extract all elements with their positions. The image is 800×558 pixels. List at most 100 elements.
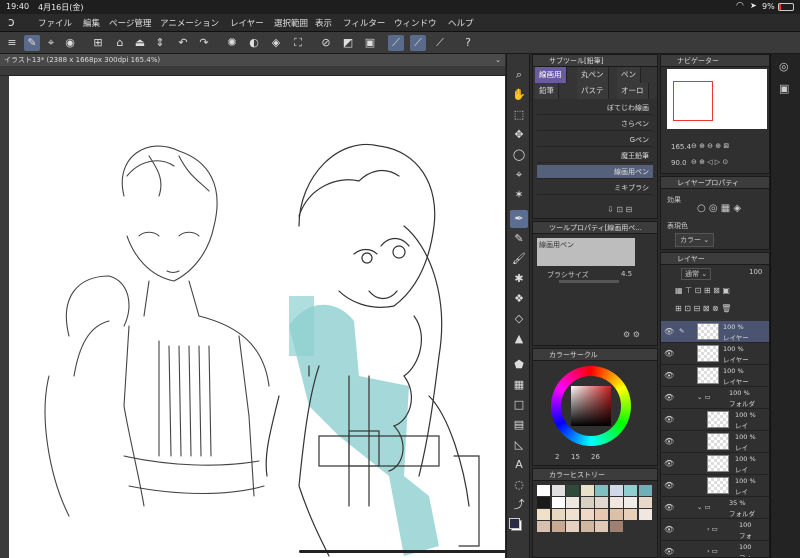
menu-edit[interactable]: 編集 — [83, 17, 100, 29]
tab-round-pen[interactable]: 丸ペン — [577, 67, 609, 83]
drawing-canvas[interactable] — [9, 76, 505, 558]
color-swatch[interactable] — [580, 509, 594, 520]
color-swatch[interactable] — [624, 509, 637, 520]
folder-row[interactable]: 👁 › ▭ 100 フォ — [661, 519, 769, 541]
color-swatch[interactable] — [580, 497, 594, 508]
pen-mode-icon[interactable]: ✎ — [24, 35, 40, 51]
color-swatch[interactable] — [609, 509, 623, 520]
menu-filter[interactable]: フィルター — [343, 17, 385, 29]
layer-row[interactable]: 👁 100 % レイヤー — [661, 343, 769, 365]
color-swatch[interactable] — [580, 485, 594, 496]
clear-icon[interactable]: ◐ — [246, 35, 262, 51]
stepper-icon[interactable]: ⇕ — [152, 35, 168, 51]
brush-item[interactable]: ミキブラシ — [537, 181, 653, 195]
brush-tool-icon[interactable]: 🖌 — [510, 250, 528, 268]
hamburger-icon[interactable]: ≡ — [4, 35, 20, 51]
color-swatch[interactable] — [595, 497, 608, 508]
layer-row[interactable]: 👁 100 % レイ — [661, 431, 769, 453]
folder-row[interactable]: 👁 › ▭ 100 フォ — [661, 541, 769, 557]
tab-pen[interactable]: ペン — [617, 67, 641, 83]
record-icon[interactable]: ◉ — [62, 35, 78, 51]
color-swatch[interactable] — [566, 509, 579, 520]
rotate-value[interactable]: 90.0 — [671, 159, 687, 167]
brush-item-selected[interactable]: 線画用ペン — [537, 165, 653, 179]
color-swatch[interactable] — [566, 521, 579, 532]
menu-selection[interactable]: 選択範囲 — [274, 17, 308, 29]
move-icon[interactable]: ✥ — [510, 126, 528, 144]
color-swatch[interactable] — [537, 485, 550, 496]
object-select-icon[interactable]: ⬚ — [510, 106, 528, 124]
menu-page[interactable]: ページ管理 — [109, 17, 151, 29]
color-swatch[interactable] — [595, 521, 608, 532]
brush-size-slider[interactable] — [559, 280, 619, 283]
disabled-tool-2-icon[interactable]: ◩ — [340, 35, 356, 51]
layer-row[interactable]: 👁 ✎ 100 % レイヤー — [661, 321, 769, 343]
color-swatch[interactable] — [537, 521, 550, 532]
correct-line-icon[interactable]: ⤴ — [510, 496, 528, 514]
layer-action-icons[interactable]: ⊞ ⊡ ⊟ ⊠ ⊗ 🗑 — [675, 304, 731, 313]
menu-help[interactable]: ヘルプ — [448, 17, 474, 29]
figure-icon[interactable]: □ — [510, 396, 528, 414]
color-swatch[interactable] — [551, 521, 565, 532]
subtool-actions[interactable]: ⇩ ⊡ ⊟ — [607, 205, 632, 214]
color-swatch[interactable] — [609, 521, 623, 532]
chevron-down-icon[interactable]: ⌄ — [495, 54, 501, 66]
navigator-dock-icon[interactable]: ◎ — [779, 60, 789, 73]
layer-row[interactable]: 👁 100 % レイ — [661, 453, 769, 475]
help-icon[interactable]: ? — [460, 35, 476, 51]
color-swatch[interactable] — [624, 497, 637, 508]
brush-item[interactable]: さらペン — [537, 117, 653, 131]
brush-item[interactable]: Gペン — [537, 133, 653, 147]
main-color-swatch[interactable] — [509, 518, 520, 529]
layer-row[interactable]: 👁 100 % レイ — [661, 409, 769, 431]
eraser-icon[interactable]: ◇ — [510, 310, 528, 328]
color-swatch[interactable] — [638, 497, 652, 508]
pen-tool-icon[interactable]: ✒ — [510, 210, 528, 228]
color-swatch[interactable] — [638, 485, 652, 496]
stroke-stabilizer-icon[interactable]: ⟋ — [388, 35, 404, 51]
layer-tool-icons[interactable]: ▦ ⊤ ⊡ ⊞ ⊠ ▣ — [675, 286, 730, 295]
eyedrop-toggle-icon[interactable]: ⌖ — [43, 35, 59, 51]
text-icon[interactable]: A — [510, 456, 528, 474]
document-tab[interactable]: イラスト13* (2388 x 1668px 300dpi 165.4%) ⌄ — [0, 54, 505, 66]
lasso-icon[interactable]: ◯ — [510, 146, 528, 164]
zoom-icon[interactable]: ⌕ — [510, 66, 528, 84]
brush-item[interactable]: 魔王鉛筆 — [537, 149, 653, 163]
tab-lineart[interactable]: 線画用 — [535, 67, 567, 83]
frame-icon[interactable]: ▤ — [510, 416, 528, 434]
navigator-preview[interactable] — [667, 69, 767, 129]
layer-row[interactable]: 👁 100 % レイヤー — [661, 365, 769, 387]
ruler-icon[interactable]: ◺ — [510, 436, 528, 454]
eyedropper-icon[interactable]: ⌖ — [510, 166, 528, 184]
color-swatch[interactable] — [609, 485, 623, 496]
hand-icon[interactable]: ✋ — [510, 86, 528, 104]
menu-layer[interactable]: レイヤー — [230, 17, 264, 29]
color-swatch[interactable] — [595, 509, 608, 520]
zoom-value[interactable]: 165.4 — [671, 143, 691, 151]
folder-row[interactable]: 👁 ⌄ ▭ 35 % フォルダ — [661, 497, 769, 519]
color-swatch[interactable] — [551, 485, 565, 496]
deselect-icon[interactable]: ✺ — [224, 35, 240, 51]
snap-off-icon[interactable]: ⟋ — [432, 35, 448, 51]
airbrush-icon[interactable]: ✱ — [510, 270, 528, 288]
decoration-icon[interactable]: ❖ — [510, 290, 528, 308]
effect-icons[interactable]: ○ ◎ ▦ ◈ — [697, 203, 741, 214]
open-folder-icon[interactable]: ⌂ — [112, 35, 128, 51]
settings-icon[interactable]: ⚙ ⚙ — [623, 330, 640, 339]
expression-select[interactable]: カラー ⌄ — [675, 233, 715, 247]
menu-view[interactable]: 表示 — [315, 17, 332, 29]
fill-bucket-icon[interactable]: ⬟ — [510, 356, 528, 374]
color-swatch[interactable] — [566, 485, 579, 496]
magic-wand-icon[interactable]: ✶ — [510, 186, 528, 204]
color-swatch[interactable] — [551, 509, 565, 520]
color-swatch[interactable] — [566, 497, 579, 508]
rotate-controls-icon[interactable]: ⊖ ⊕ ◁ ▷ ⊙ — [691, 158, 728, 166]
app-logo-icon[interactable]: ↄ — [8, 15, 15, 29]
hue-ring[interactable] — [551, 366, 631, 446]
pencil-tool-icon[interactable]: ✎ — [510, 230, 528, 248]
tab-aurora[interactable]: オーロ — [617, 83, 649, 99]
color-swatch[interactable] — [638, 509, 652, 520]
layer-row[interactable]: 👁 100 % レイ — [661, 475, 769, 497]
disabled-tool-3-icon[interactable]: ▣ — [362, 35, 378, 51]
color-swatch[interactable] — [609, 497, 623, 508]
